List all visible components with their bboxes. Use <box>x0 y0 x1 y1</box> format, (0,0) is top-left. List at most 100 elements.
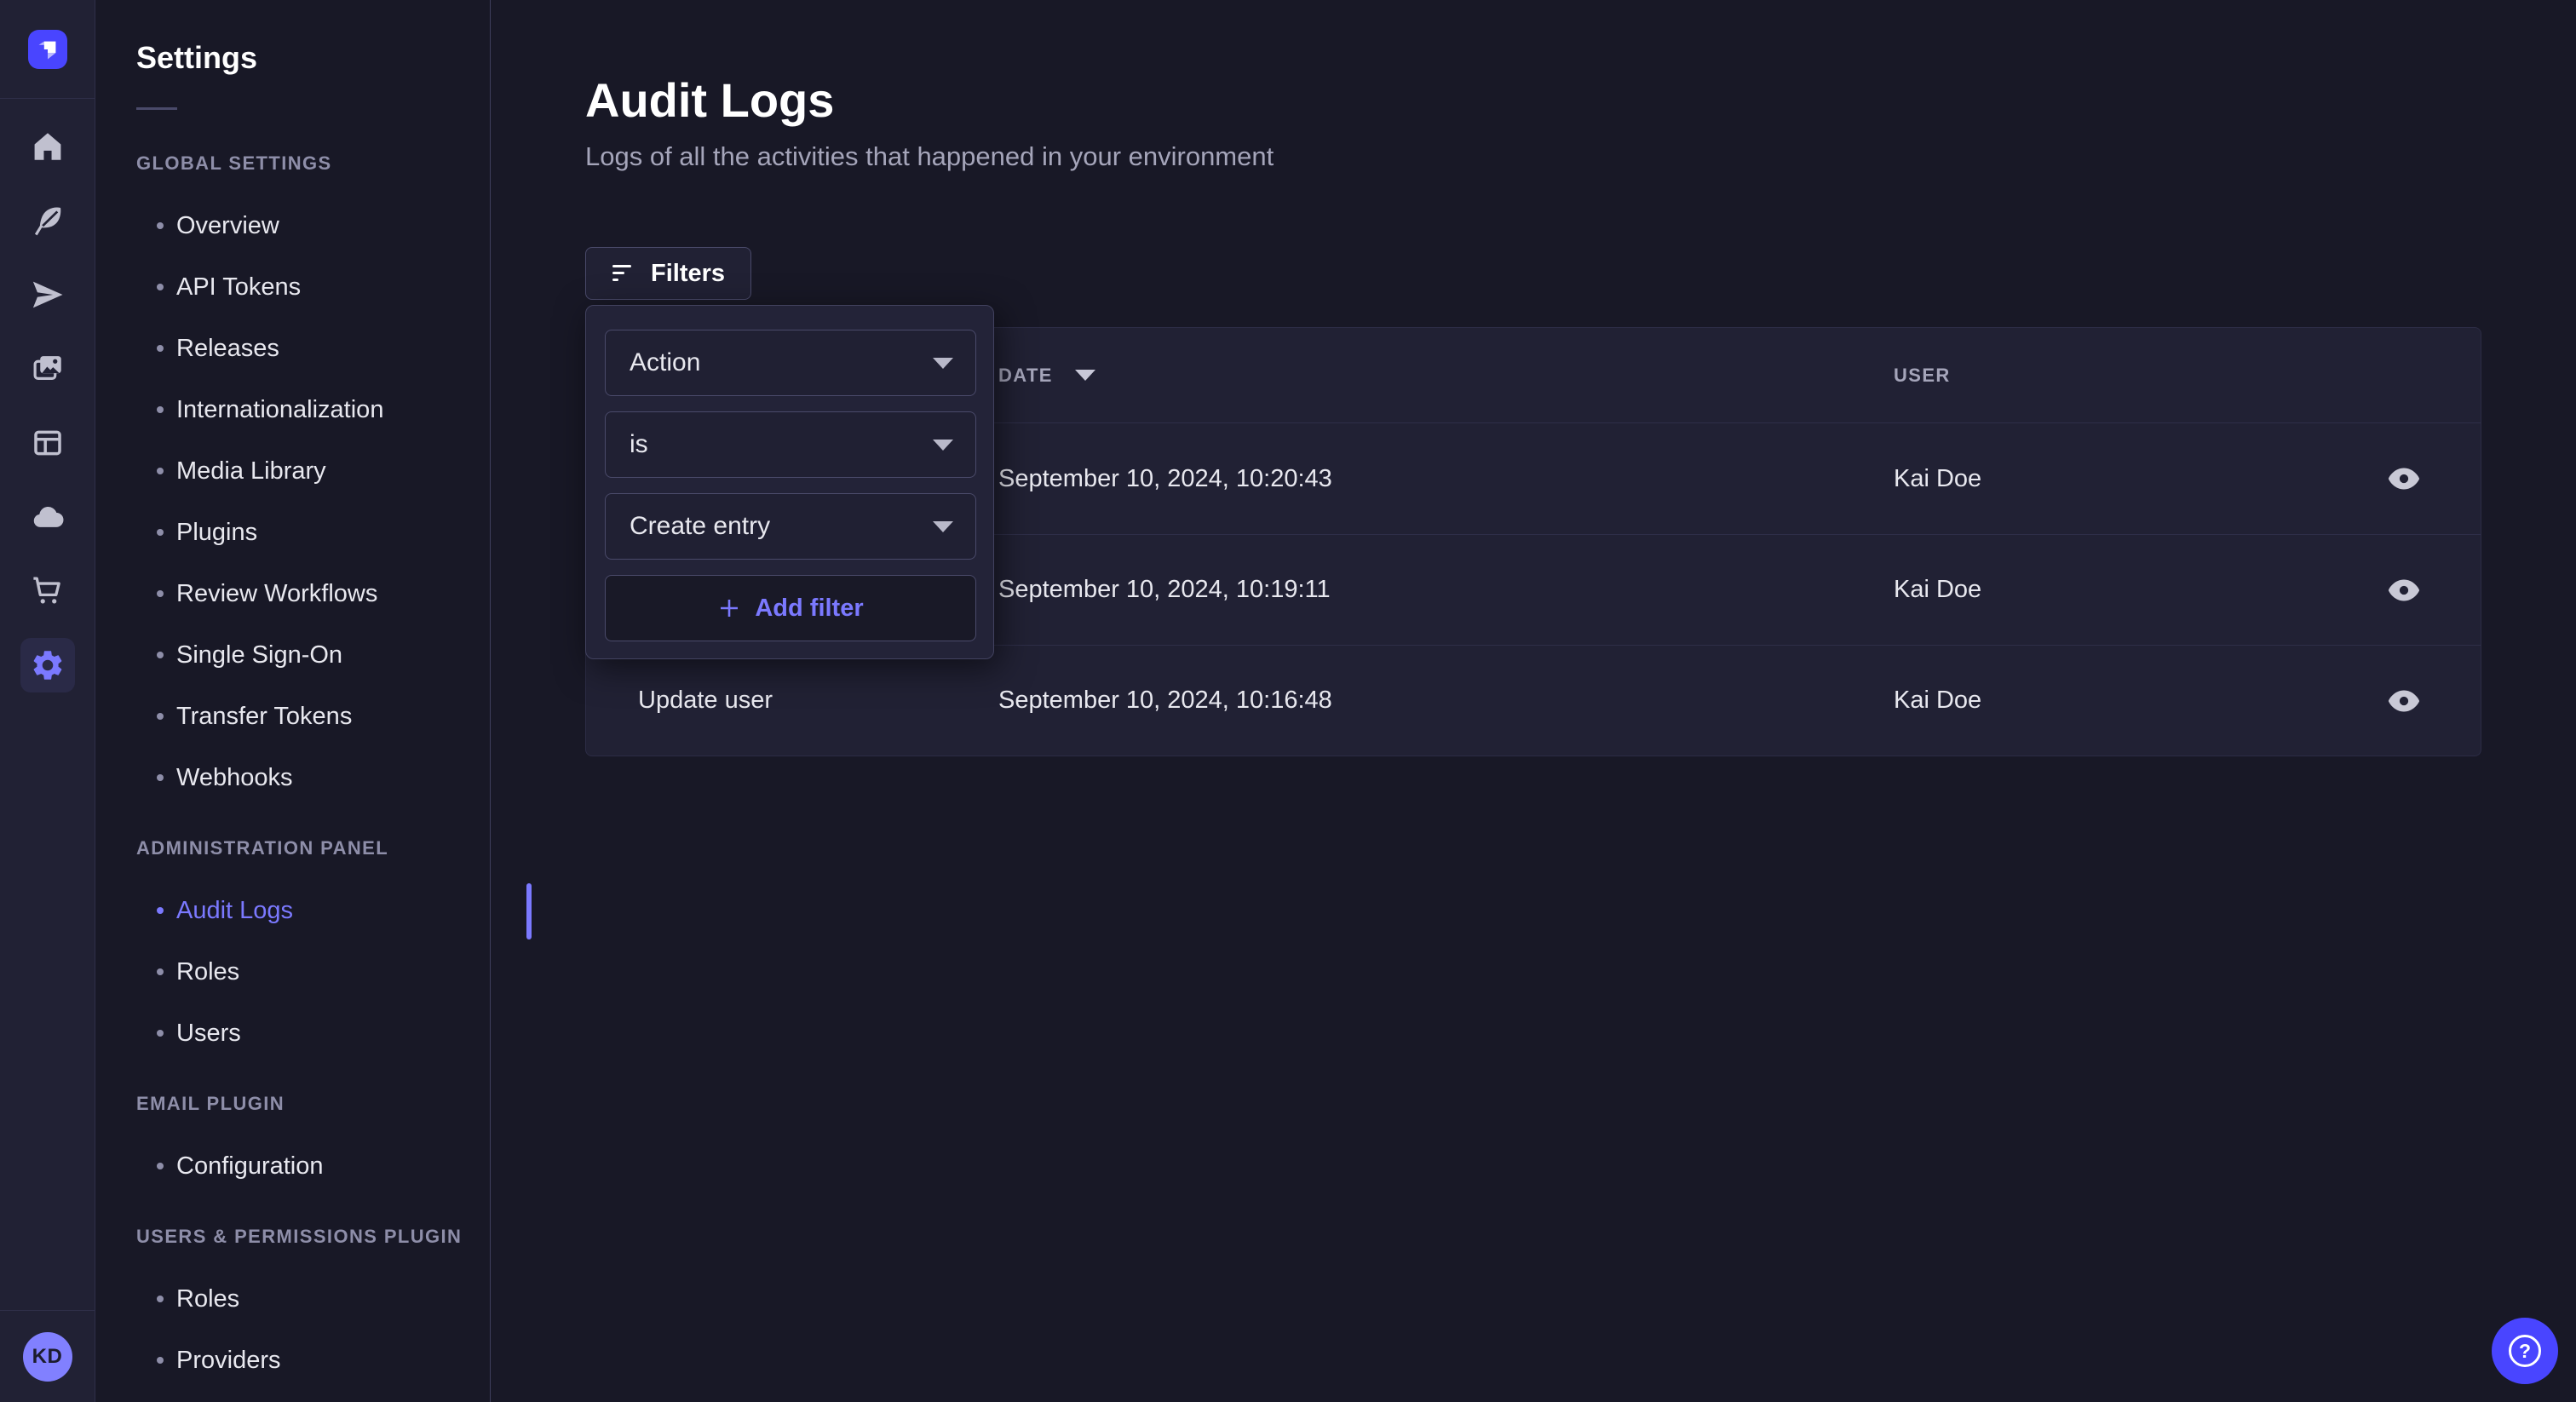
paper-plane-icon[interactable] <box>20 267 75 322</box>
subnav-item-users[interactable]: Users <box>136 1003 490 1064</box>
subnav-item-label: Configuration <box>176 1152 324 1181</box>
media-images-icon[interactable] <box>20 342 75 396</box>
feather-icon[interactable] <box>20 193 75 248</box>
bullet-icon <box>157 1163 164 1169</box>
cell-user: Kai Doe <box>1894 465 2363 493</box>
cart-icon[interactable] <box>20 564 75 618</box>
user-avatar[interactable]: KD <box>23 1332 72 1382</box>
view-details-button[interactable] <box>2383 681 2424 721</box>
header-date[interactable]: DATE <box>998 365 1894 387</box>
filter-operator-value: is <box>630 430 648 459</box>
filter-field-select[interactable]: Action <box>605 330 976 396</box>
subnav-item-audit-logs[interactable]: Audit Logs <box>136 880 490 941</box>
bullet-icon <box>157 406 164 413</box>
section-users-permissions-plugin: Roles Providers <box>136 1268 490 1391</box>
filters-button-label: Filters <box>651 260 725 288</box>
settings-subnav: Settings GLOBAL SETTINGS Overview API To… <box>95 0 491 1402</box>
subnav-item-label: Internationalization <box>176 396 383 424</box>
home-icon[interactable] <box>20 119 75 174</box>
layout-icon[interactable] <box>20 416 75 470</box>
subnav-item-single-sign-on[interactable]: Single Sign-On <box>136 624 490 686</box>
help-button[interactable]: ? <box>2492 1318 2558 1384</box>
subnav-item-label: Releases <box>176 335 279 363</box>
cell-date-text: September 10, 2024, 10:16:48 <box>998 687 1332 715</box>
subnav-item-roles[interactable]: Roles <box>136 941 490 1003</box>
bullet-icon <box>157 1296 164 1302</box>
header-date-label: DATE <box>998 365 1053 387</box>
filters-button[interactable]: Filters <box>585 247 751 300</box>
subnav-item-label: Roles <box>176 1285 239 1313</box>
filter-value-value: Create entry <box>630 512 770 541</box>
header-user: USER <box>1894 365 2363 387</box>
eye-icon <box>2385 572 2423 609</box>
bullet-icon <box>157 222 164 229</box>
chevron-down-icon <box>933 358 953 369</box>
question-mark-icon: ? <box>2509 1335 2541 1367</box>
section-global-settings: Overview API Tokens Releases Internation… <box>136 195 490 808</box>
table-row[interactable]: Update user September 10, 2024, 10:16:48… <box>586 645 2481 756</box>
subnav-item-label: Media Library <box>176 457 326 486</box>
main-nav-rail: KD <box>0 0 95 1402</box>
subnav-item-label: Webhooks <box>176 764 293 792</box>
subnav-item-transfer-tokens[interactable]: Transfer Tokens <box>136 686 490 747</box>
subnav-item-webhooks[interactable]: Webhooks <box>136 747 490 808</box>
filter-value-select[interactable]: Create entry <box>605 493 976 560</box>
subnav-item-providers[interactable]: Providers <box>136 1330 490 1391</box>
chevron-down-icon <box>933 521 953 532</box>
eye-icon <box>2385 682 2423 720</box>
add-filter-label: Add filter <box>755 595 863 623</box>
filter-operator-select[interactable]: is <box>605 411 976 478</box>
rail-icon-list <box>0 99 95 692</box>
strapi-logo-icon[interactable] <box>28 30 67 69</box>
subnav-item-label: Users <box>176 1020 241 1048</box>
bullet-icon <box>157 590 164 597</box>
section-administration-panel: Audit Logs Roles Users <box>136 880 490 1064</box>
settings-gear-icon[interactable] <box>20 638 75 692</box>
view-details-button[interactable] <box>2383 570 2424 611</box>
subnav-item-configuration[interactable]: Configuration <box>136 1135 490 1197</box>
subnav-divider <box>136 107 177 110</box>
page-title: Audit Logs <box>585 75 2481 126</box>
plus-icon <box>717 596 741 620</box>
section-label-email-plugin: EMAIL PLUGIN <box>136 1093 490 1115</box>
sort-desc-icon <box>1075 370 1095 381</box>
subnav-item-media-library[interactable]: Media Library <box>136 440 490 502</box>
section-label-users-permissions-plugin: USERS & PERMISSIONS PLUGIN <box>136 1226 490 1248</box>
subnav-item-label: Review Workflows <box>176 580 377 608</box>
bullet-icon <box>157 1030 164 1037</box>
cell-user: Kai Doe <box>1894 576 2363 604</box>
cloud-icon[interactable] <box>20 490 75 544</box>
view-details-button[interactable] <box>2383 458 2424 499</box>
cell-date-text: September 10, 2024, 10:20:43 <box>998 465 1332 493</box>
cell-date: September 10, 2024, 10:20:43 <box>998 465 1894 493</box>
add-filter-button[interactable]: Add filter <box>605 575 976 641</box>
filter-popover: Action is Create entry Add filter <box>585 305 994 659</box>
subnav-item-label: Transfer Tokens <box>176 703 352 731</box>
subnav-item-up-roles[interactable]: Roles <box>136 1268 490 1330</box>
subnav-item-label: Plugins <box>176 519 257 547</box>
cell-user: Kai Doe <box>1894 687 2363 715</box>
bullet-icon <box>157 652 164 658</box>
subnav-item-overview[interactable]: Overview <box>136 195 490 256</box>
subnav-item-plugins[interactable]: Plugins <box>136 502 490 563</box>
subnav-item-label: API Tokens <box>176 273 301 302</box>
eye-icon <box>2385 460 2423 497</box>
subnav-item-label: Providers <box>176 1347 281 1375</box>
section-label-administration-panel: ADMINISTRATION PANEL <box>136 837 490 859</box>
subnav-item-api-tokens[interactable]: API Tokens <box>136 256 490 318</box>
logo-section <box>0 0 95 99</box>
cell-date: September 10, 2024, 10:19:11 <box>998 576 1894 604</box>
bullet-icon <box>157 468 164 474</box>
bullet-icon <box>157 1357 164 1364</box>
chevron-down-icon <box>933 440 953 451</box>
bullet-icon <box>157 284 164 290</box>
cell-date-text: September 10, 2024, 10:19:11 <box>998 576 1331 604</box>
subnav-item-internationalization[interactable]: Internationalization <box>136 379 490 440</box>
filter-icon <box>612 262 637 284</box>
subnav-item-label: Single Sign-On <box>176 641 342 669</box>
bullet-icon <box>157 907 164 914</box>
cell-date: September 10, 2024, 10:16:48 <box>998 687 1894 715</box>
subnav-item-review-workflows[interactable]: Review Workflows <box>136 563 490 624</box>
filter-field-value: Action <box>630 348 700 377</box>
subnav-item-releases[interactable]: Releases <box>136 318 490 379</box>
